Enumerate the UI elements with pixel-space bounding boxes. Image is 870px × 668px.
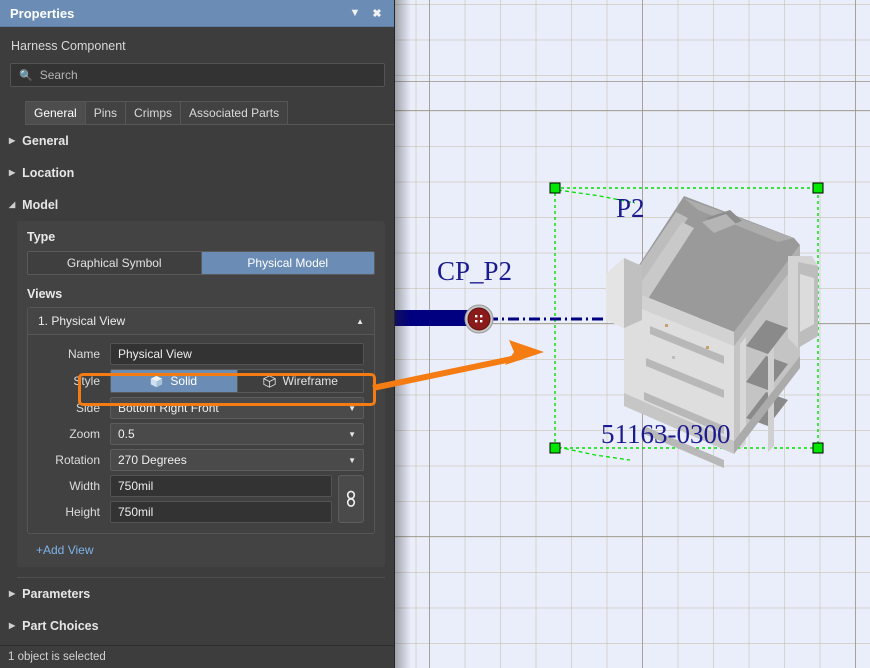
canvas-graphics xyxy=(395,182,824,468)
type-label: Type xyxy=(27,230,56,244)
chevron-right-icon: ▶ xyxy=(9,168,16,177)
chevron-down-icon[interactable]: ▼ xyxy=(344,3,366,23)
section-part-choices[interactable]: ▶ Part Choices xyxy=(0,610,394,642)
add-view-link[interactable]: +Add View xyxy=(27,534,375,557)
section-parameters-label: Parameters xyxy=(22,587,91,601)
search-icon: 🔍 xyxy=(19,69,33,82)
style-option-solid[interactable]: Solid xyxy=(111,370,237,392)
field-row-zoom: Zoom 0.5 ▼ xyxy=(38,423,364,445)
object-type-label: Harness Component xyxy=(11,39,126,53)
chain-link-icon xyxy=(346,490,356,507)
field-row-rotation: Rotation 270 Degrees ▼ xyxy=(38,449,364,471)
name-label: Name xyxy=(67,347,100,361)
chevron-down-icon: ▼ xyxy=(348,455,356,465)
chevron-right-icon: ▶ xyxy=(9,621,16,630)
style-option-solid-label: Solid xyxy=(170,374,198,388)
drawing-canvas[interactable]: P2 CP_P2 51163-0300 xyxy=(395,0,870,668)
side-dropdown-value: Bottom Right Front xyxy=(118,401,219,415)
component-designator-label: P2 xyxy=(616,193,645,223)
rotation-dropdown-value: 270 Degrees xyxy=(118,453,187,467)
style-label: Style xyxy=(73,374,100,388)
chevron-right-icon: ▶ xyxy=(9,136,16,145)
field-row-height: Height 750mil xyxy=(38,501,332,523)
properties-panel: Properties ▼ ✖ Harness Component 🔍 Searc… xyxy=(0,0,395,668)
connection-point-marker xyxy=(464,304,494,334)
side-label: Side xyxy=(75,401,100,415)
chevron-down-icon: ▼ xyxy=(348,429,356,439)
search-input[interactable]: 🔍 Search xyxy=(10,63,385,87)
panel-title: Properties xyxy=(10,5,75,21)
status-bar: 1 object is selected xyxy=(0,645,394,668)
rotation-label: Rotation xyxy=(55,453,100,467)
physical-view-title: 1. Physical View xyxy=(38,314,126,328)
views-label: Views xyxy=(27,287,63,301)
aspect-ratio-lock-button[interactable] xyxy=(338,475,364,523)
chevron-down-icon: ▼ xyxy=(348,403,356,413)
canvas-edge-shadow xyxy=(395,0,411,668)
part-number-label: 51163-0300 xyxy=(601,419,731,449)
tab-pins[interactable]: Pins xyxy=(84,101,127,124)
section-part-choices-label: Part Choices xyxy=(22,619,99,633)
section-general[interactable]: ▶ General xyxy=(0,125,394,157)
field-row-side: Side Bottom Right Front ▼ xyxy=(38,397,364,419)
status-text: 1 object is selected xyxy=(8,651,106,663)
style-option-wireframe[interactable]: Wireframe xyxy=(236,370,363,392)
section-model[interactable]: ◢ Model xyxy=(0,189,394,221)
height-input[interactable]: 750mil xyxy=(110,501,332,523)
section-model-label: Model xyxy=(22,198,59,212)
chevron-down-icon: ◢ xyxy=(9,200,16,209)
field-row-name: Name Physical View xyxy=(38,343,364,365)
style-segmented-control: Solid Wireframe xyxy=(110,369,364,393)
close-icon[interactable]: ✖ xyxy=(366,3,388,23)
section-parameters[interactable]: ▶ Parameters xyxy=(0,578,394,610)
physical-view-header[interactable]: 1. Physical View ▲ xyxy=(28,308,374,335)
zoom-label: Zoom xyxy=(69,427,100,441)
tab-associated-parts[interactable]: Associated Parts xyxy=(180,101,289,124)
chevron-right-icon: ▶ xyxy=(9,589,16,598)
name-input[interactable]: Physical View xyxy=(110,343,364,365)
side-dropdown[interactable]: Bottom Right Front ▼ xyxy=(110,397,364,419)
rotation-dropdown[interactable]: 270 Degrees ▼ xyxy=(110,449,364,471)
tab-crimps[interactable]: Crimps xyxy=(125,101,182,124)
section-location-label: Location xyxy=(22,166,75,180)
width-label: Width xyxy=(69,479,100,493)
zoom-dropdown[interactable]: 0.5 ▼ xyxy=(110,423,364,445)
section-general-label: General xyxy=(22,134,69,148)
type-segmented-control: Graphical Symbol Physical Model xyxy=(27,251,375,275)
connection-point-label: CP_P2 xyxy=(437,256,513,286)
type-option-graphical-symbol[interactable]: Graphical Symbol xyxy=(28,252,201,274)
width-height-group: Width 750mil Height 750mil xyxy=(38,475,364,523)
search-placeholder: Search xyxy=(39,68,78,82)
field-row-style: Style Solid Wireframe xyxy=(38,369,364,393)
panel-titlebar: Properties ▼ ✖ xyxy=(0,0,394,27)
height-label: Height xyxy=(65,505,100,519)
cube-wireframe-icon xyxy=(262,374,276,388)
zoom-dropdown-value: 0.5 xyxy=(118,427,135,441)
section-location[interactable]: ▶ Location xyxy=(0,157,394,189)
style-option-wireframe-label: Wireframe xyxy=(282,374,338,388)
field-row-width: Width 750mil xyxy=(38,475,332,497)
model-group: Type Graphical Symbol Physical Model Vie… xyxy=(17,221,385,567)
type-option-physical-model[interactable]: Physical Model xyxy=(200,252,374,274)
physical-view-card: 1. Physical View ▲ Name Physical View St… xyxy=(27,307,375,534)
width-input[interactable]: 750mil xyxy=(110,475,332,497)
cube-solid-icon xyxy=(151,375,163,387)
chevron-up-icon[interactable]: ▲ xyxy=(356,317,364,326)
tab-general[interactable]: General xyxy=(25,101,86,124)
tab-bar: General Pins Crimps Associated Parts xyxy=(25,101,394,125)
